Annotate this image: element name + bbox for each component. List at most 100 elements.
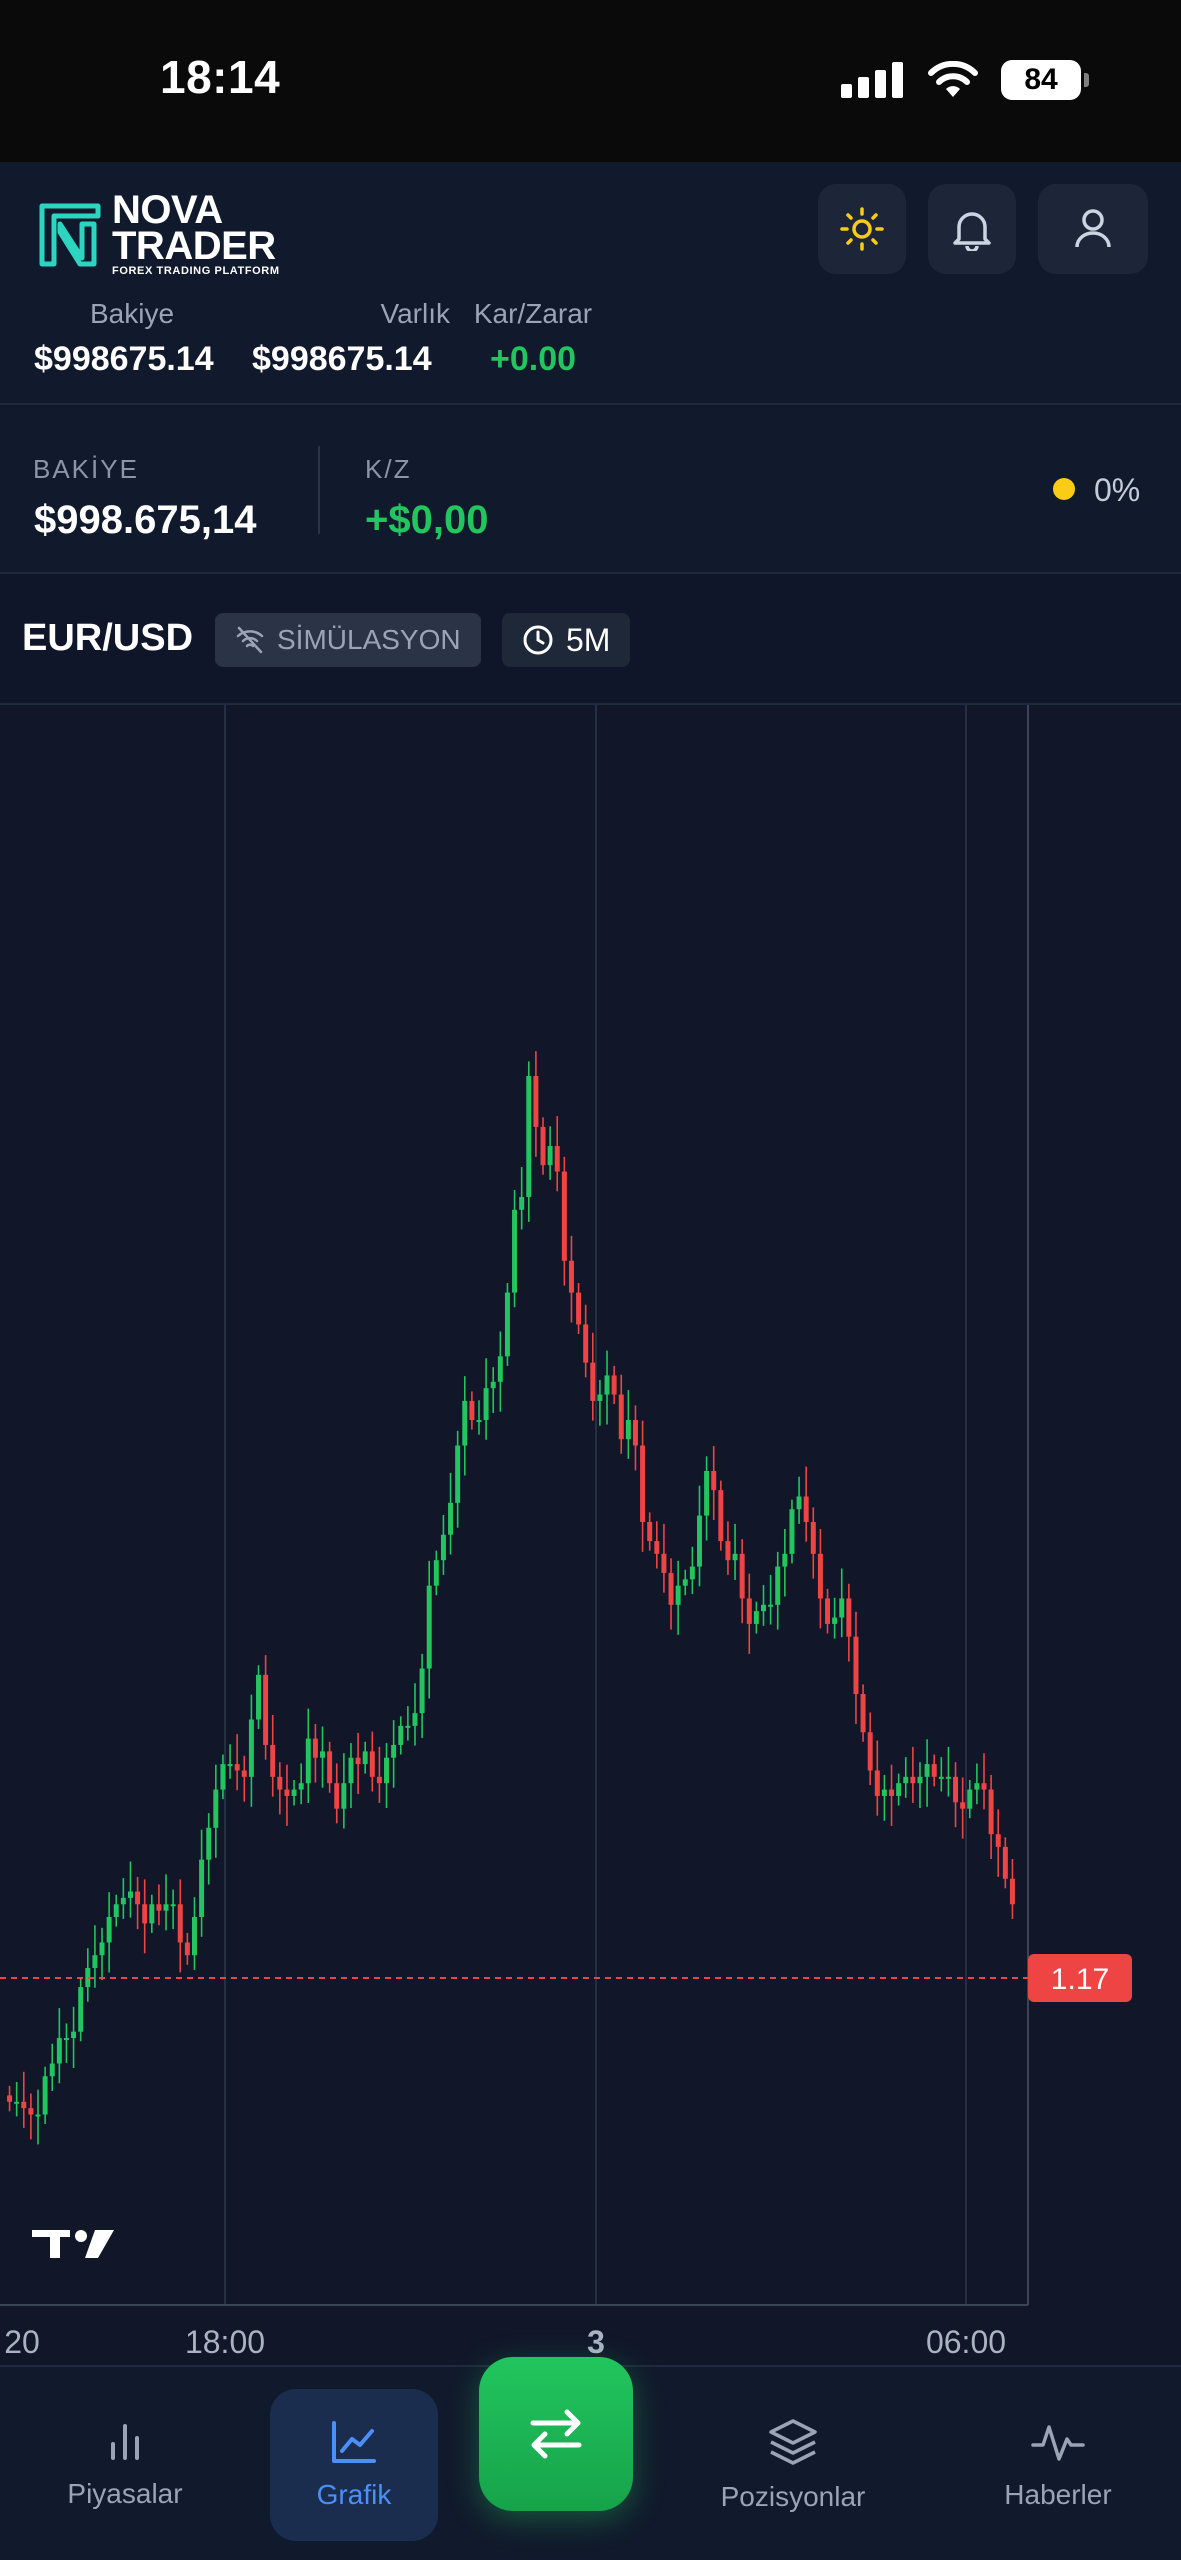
- symbol-label[interactable]: EUR/USD: [22, 617, 193, 660]
- candle: [775, 1551, 781, 1630]
- candle: [810, 1507, 816, 1579]
- candle: [931, 1754, 937, 1787]
- candle: [106, 1892, 112, 1973]
- tradingview-logo: [32, 2230, 114, 2258]
- nav-positions[interactable]: Pozisyonlar: [700, 2389, 886, 2541]
- candle: [398, 1716, 404, 1755]
- profile-button[interactable]: [1038, 184, 1148, 274]
- chart-header: EUR/USD SİMÜLASYON 5M: [0, 575, 1181, 705]
- candle: [1009, 1859, 1015, 1919]
- candle: [746, 1573, 752, 1654]
- candle: [227, 1744, 233, 1779]
- candle: [85, 1948, 91, 2002]
- simulation-badge: SİMÜLASYON: [215, 613, 481, 667]
- logo-line-1: NOVA: [112, 188, 223, 232]
- nav-news[interactable]: Haberler: [978, 2389, 1138, 2541]
- candle: [661, 1523, 667, 1593]
- nav-chart[interactable]: Grafik: [270, 2389, 438, 2541]
- candle: [213, 1764, 219, 1858]
- timeframe-selector[interactable]: 5M: [502, 613, 631, 667]
- summary-pl-value: +0.00: [489, 340, 577, 378]
- nav-markets[interactable]: Piyasalar: [40, 2389, 210, 2541]
- status-time: 18:14: [160, 51, 281, 103]
- timeframe-label: 5M: [566, 621, 611, 658]
- candle: [497, 1331, 503, 1412]
- theme-toggle-button[interactable]: [818, 184, 906, 274]
- candle: [967, 1780, 973, 1819]
- candle: [184, 1932, 190, 1965]
- candle: [561, 1156, 567, 1286]
- status-icons: 84: [841, 56, 1089, 104]
- candle: [490, 1367, 496, 1414]
- candle: [910, 1746, 916, 1803]
- simulation-label: SİMÜLASYON: [277, 624, 461, 655]
- panel-pl-value: +$0,00: [365, 498, 489, 542]
- candle: [782, 1528, 788, 1597]
- logo-mark-icon: [39, 203, 101, 266]
- candle: [462, 1376, 468, 1476]
- candle: [440, 1514, 446, 1575]
- candle: [327, 1741, 333, 1793]
- battery-indicator: 84: [1001, 60, 1089, 100]
- candle: [177, 1879, 183, 1973]
- candle: [512, 1190, 518, 1308]
- candle: [206, 1813, 212, 1885]
- candle: [554, 1116, 560, 1192]
- candle: [163, 1874, 169, 1931]
- candle: [675, 1560, 681, 1635]
- nav-news-label: Haberler: [1004, 2479, 1112, 2510]
- candle: [341, 1753, 347, 1829]
- panel-balance-label: BAKİYE: [33, 454, 139, 484]
- line-chart-icon: [332, 2421, 376, 2463]
- candle: [199, 1829, 205, 1937]
- candle: [533, 1051, 539, 1157]
- notifications-button[interactable]: [928, 184, 1016, 274]
- trade-button[interactable]: [479, 2357, 633, 2511]
- candle: [312, 1723, 318, 1783]
- candle: [725, 1521, 731, 1575]
- candle: [853, 1611, 859, 1724]
- current-price-label: 1.17: [1051, 1963, 1109, 1996]
- candle: [689, 1546, 695, 1594]
- x-tick-label: 18:00: [185, 2324, 265, 2360]
- panel-pl-label: K/Z: [365, 454, 412, 484]
- candle: [270, 1715, 276, 1797]
- activity-icon: [1031, 2425, 1085, 2461]
- candle: [832, 1597, 838, 1639]
- candle: [156, 1884, 162, 1926]
- candle: [469, 1391, 475, 1430]
- candle: [384, 1743, 390, 1809]
- candle: [796, 1476, 802, 1524]
- candle: [142, 1879, 148, 1954]
- candle: [135, 1876, 141, 1930]
- bar-chart-icon: [111, 2424, 139, 2460]
- candle: [817, 1528, 823, 1629]
- swap-arrows-icon: [530, 2409, 582, 2459]
- candle: [839, 1568, 845, 1638]
- bottom-navigation: Piyasalar Grafik Pozisyonlar Haberler: [0, 2357, 1181, 2560]
- nav-positions-label: Pozisyonlar: [720, 2481, 866, 2512]
- candle: [320, 1726, 326, 1788]
- candle: [647, 1512, 653, 1551]
- candle: [291, 1780, 297, 1806]
- candle: [433, 1550, 439, 1596]
- candlestick-chart[interactable]: 1.17 20 18:00 3 06:00: [0, 705, 1181, 2365]
- x-tick-label: 06:00: [926, 2324, 1006, 2360]
- candle: [448, 1472, 454, 1555]
- status-dot: [1053, 478, 1075, 500]
- candle: [640, 1420, 646, 1552]
- candle: [412, 1683, 418, 1746]
- candle: [696, 1485, 702, 1587]
- candle: [547, 1126, 553, 1180]
- price-chart[interactable]: 1.17 20 18:00 3 06:00: [0, 705, 1181, 2365]
- candle: [938, 1757, 944, 1792]
- candle: [732, 1523, 738, 1580]
- candle: [362, 1741, 368, 1774]
- candle: [867, 1712, 873, 1786]
- candle: [825, 1588, 831, 1634]
- candle: [277, 1762, 283, 1815]
- candle: [391, 1720, 397, 1788]
- candle: [419, 1653, 425, 1738]
- candle: [803, 1466, 809, 1542]
- candle: [191, 1897, 197, 1970]
